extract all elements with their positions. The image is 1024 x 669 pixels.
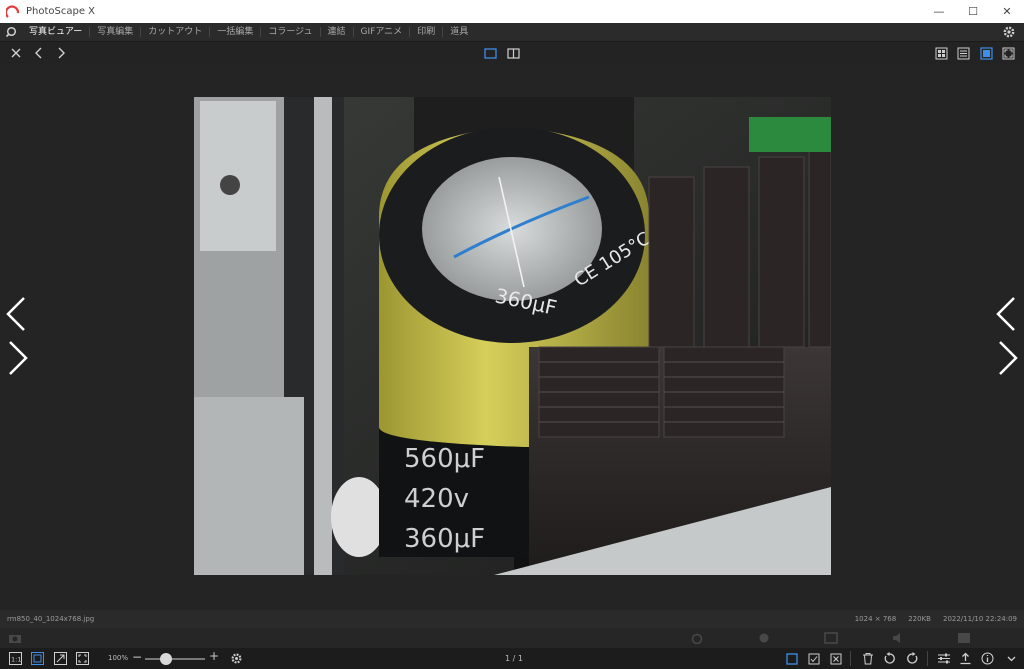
chevron-left-icon bbox=[35, 47, 42, 59]
tab-batch[interactable]: 一括編集 bbox=[209, 27, 260, 37]
svg-text:560μF: 560μF bbox=[404, 444, 485, 474]
viewer-mode-button[interactable] bbox=[978, 45, 994, 61]
timer-icon[interactable] bbox=[690, 632, 704, 644]
effect-icon[interactable] bbox=[757, 632, 771, 644]
previous-button[interactable] bbox=[31, 45, 47, 61]
actual-size-button[interactable]: 1:1 bbox=[8, 651, 23, 666]
info-button[interactable] bbox=[980, 651, 995, 666]
next-button[interactable] bbox=[53, 45, 69, 61]
tab-print[interactable]: 印刷 bbox=[409, 27, 442, 37]
fullscreen-icon bbox=[76, 652, 89, 665]
trash-icon bbox=[862, 653, 873, 665]
single-view-button[interactable] bbox=[482, 45, 498, 61]
tab-collage[interactable]: コラージュ bbox=[260, 27, 319, 37]
zoom-in-button[interactable]: + bbox=[209, 649, 219, 663]
rotate-left-icon bbox=[884, 652, 895, 664]
file-size: 220KB bbox=[908, 615, 931, 623]
prev-large-arrow-right[interactable] bbox=[992, 294, 1022, 334]
svg-text:1:1: 1:1 bbox=[11, 656, 21, 664]
rotate-left-button[interactable] bbox=[882, 651, 897, 666]
title-bar: PhotoScape X — ☐ ✕ bbox=[0, 0, 1024, 23]
image-dimensions: 1024 × 768 bbox=[854, 615, 897, 623]
tab-cutout[interactable]: カットアウト bbox=[140, 27, 209, 37]
fit-icon bbox=[31, 652, 44, 665]
prev-large-arrow[interactable] bbox=[2, 294, 32, 334]
page-counter: 1 / 1 bbox=[505, 654, 523, 663]
home-button[interactable] bbox=[0, 23, 22, 42]
zoom-level: 100% bbox=[108, 654, 129, 662]
close-window-button[interactable]: ✕ bbox=[990, 0, 1024, 23]
minimize-button[interactable]: — bbox=[922, 0, 956, 23]
menu-bar: 写真ビュアー 写真編集 カットアウト 一括編集 コラージュ 連結 GIFアニメ … bbox=[0, 23, 1024, 42]
select-button[interactable] bbox=[784, 651, 799, 666]
share-button[interactable] bbox=[958, 651, 973, 666]
zoom-slider-knob[interactable] bbox=[160, 653, 172, 665]
rotate-right-icon bbox=[907, 652, 918, 664]
app-title: PhotoScape X bbox=[26, 6, 96, 17]
rotate-right-button[interactable] bbox=[905, 651, 920, 666]
fit-button[interactable] bbox=[30, 651, 45, 666]
view-settings-button[interactable] bbox=[229, 651, 244, 666]
checkbox-empty-icon bbox=[785, 652, 798, 665]
edit-icon[interactable] bbox=[957, 632, 971, 644]
svg-text:360μF: 360μF bbox=[404, 524, 485, 554]
delete-button[interactable] bbox=[860, 651, 875, 666]
viewer-toolbar bbox=[0, 42, 1024, 64]
svg-text:420v: 420v bbox=[404, 484, 469, 514]
grid-icon bbox=[935, 47, 947, 59]
list-icon bbox=[957, 47, 969, 59]
zoom-out-button[interactable]: − bbox=[132, 650, 142, 664]
tab-photo-edit[interactable]: 写真編集 bbox=[89, 27, 140, 37]
close-icon bbox=[11, 48, 21, 58]
compare-view-button[interactable] bbox=[505, 45, 521, 61]
zoom-slider[interactable] bbox=[145, 653, 205, 665]
tab-tools[interactable]: 道具 bbox=[442, 27, 475, 37]
fullscreen-button[interactable] bbox=[1000, 45, 1016, 61]
photo-viewer: 360μF CE 105°C 560μF 420v 360μF bbox=[0, 64, 1024, 610]
gear-icon[interactable] bbox=[1002, 25, 1016, 39]
next-large-arrow[interactable] bbox=[992, 338, 1022, 378]
gear-icon bbox=[231, 653, 242, 664]
upload-icon bbox=[960, 652, 971, 665]
list-view-button[interactable] bbox=[955, 45, 971, 61]
next-large-arrow-left[interactable] bbox=[2, 338, 32, 378]
frame-icon[interactable] bbox=[824, 632, 838, 644]
bottom-bar: 1:1 100% − + 1 / 1 bbox=[0, 648, 1024, 669]
reject-button[interactable] bbox=[828, 651, 843, 666]
expand-icon bbox=[54, 652, 67, 665]
checkbox-x-icon bbox=[830, 653, 841, 664]
close-viewer-button[interactable] bbox=[8, 45, 24, 61]
checkbox-checked-icon bbox=[808, 653, 819, 664]
secondary-tool-strip bbox=[0, 628, 1024, 648]
search-icon bbox=[5, 26, 17, 38]
fit-width-button[interactable] bbox=[53, 651, 68, 666]
sound-icon[interactable] bbox=[891, 632, 905, 644]
tab-gif[interactable]: GIFアニメ bbox=[352, 27, 410, 37]
chevron-right-icon bbox=[58, 47, 65, 59]
single-frame-icon bbox=[483, 47, 497, 59]
grid-view-button[interactable] bbox=[933, 45, 949, 61]
chevron-down-icon bbox=[1007, 656, 1016, 662]
photo-image: 360μF CE 105°C 560μF 420v 360μF bbox=[194, 97, 831, 575]
expand-panel-button[interactable] bbox=[1004, 651, 1019, 666]
tab-photo-viewer[interactable]: 写真ビュアー bbox=[22, 27, 89, 37]
fill-button[interactable] bbox=[75, 651, 90, 666]
split-view-icon bbox=[506, 47, 520, 59]
file-datetime: 2022/11/10 22:24:09 bbox=[942, 615, 1017, 623]
camera-icon[interactable] bbox=[8, 632, 22, 644]
file-info-bar: rm850_40_1024x768.jpg 1024 × 768 220KB 2… bbox=[0, 610, 1024, 628]
fullscreen-icon bbox=[1002, 47, 1014, 59]
sliders-icon bbox=[937, 653, 950, 664]
maximize-button[interactable]: ☐ bbox=[956, 0, 990, 23]
filename: rm850_40_1024x768.jpg bbox=[7, 615, 95, 623]
one-to-one-icon: 1:1 bbox=[9, 652, 22, 665]
adjust-button[interactable] bbox=[936, 651, 951, 666]
single-photo-icon bbox=[979, 46, 993, 60]
check-button[interactable] bbox=[806, 651, 821, 666]
app-logo-icon bbox=[6, 4, 20, 18]
tab-combine[interactable]: 連結 bbox=[319, 27, 353, 37]
info-icon bbox=[981, 652, 994, 665]
